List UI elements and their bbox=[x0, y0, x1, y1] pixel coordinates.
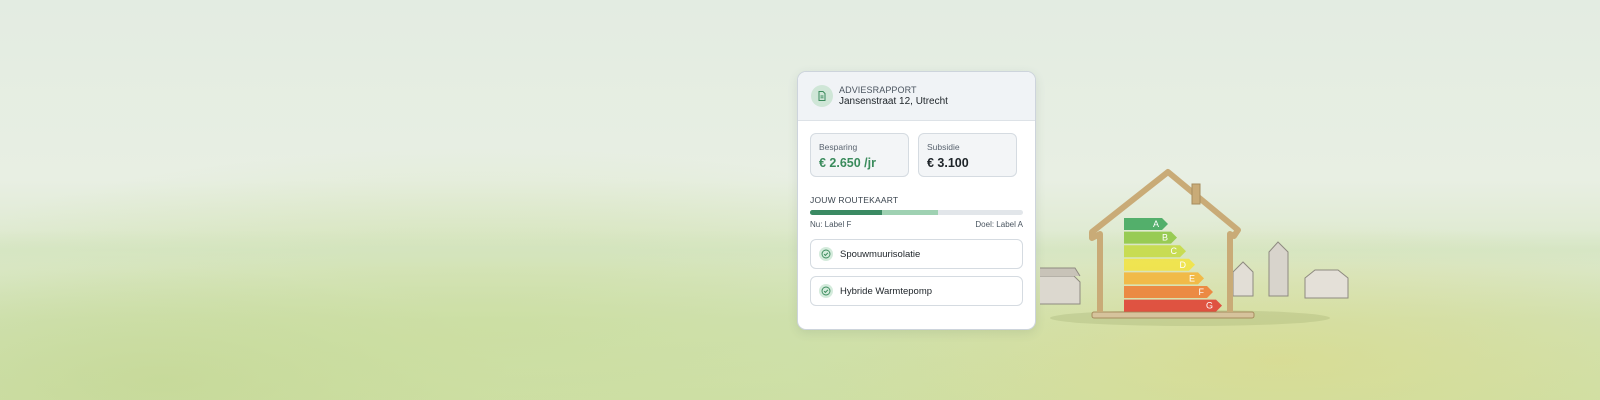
energy-bar-a bbox=[1124, 218, 1168, 230]
small-house-left-icon bbox=[1040, 267, 1081, 305]
measure-label: Hybride Warmtepomp bbox=[840, 285, 933, 297]
check-circle-icon bbox=[819, 247, 833, 261]
savings-stat: Besparing € 2.650 /jr bbox=[810, 133, 909, 177]
target-label: Doel: Label A bbox=[975, 220, 1023, 229]
stats-row: Besparing € 2.650 /jr Subsidie € 3.100 bbox=[798, 121, 1035, 177]
report-address: Jansenstraat 12, Utrecht bbox=[839, 96, 948, 107]
measure-label: Spouwmuurisolatie bbox=[840, 248, 921, 260]
energy-bar-b bbox=[1124, 231, 1177, 244]
energy-bar-letter-a: A bbox=[1153, 219, 1159, 229]
savings-value: € 2.650 /jr bbox=[819, 156, 876, 170]
advice-report-card: ADVIESRAPPORT Jansenstraat 12, Utrecht B… bbox=[797, 71, 1036, 330]
energy-bar-letter-f: F bbox=[1199, 287, 1205, 297]
savings-label: Besparing bbox=[819, 142, 858, 152]
current-label: Nu: Label F bbox=[810, 220, 852, 229]
report-header: ADVIESRAPPORT Jansenstraat 12, Utrecht bbox=[798, 72, 1035, 121]
roadmap-progress-done bbox=[810, 210, 883, 215]
roadmap-progress-bar bbox=[810, 210, 1023, 215]
energy-bar-letter-c: C bbox=[1171, 246, 1178, 256]
document-icon bbox=[811, 85, 833, 107]
energy-bar-letter-g: G bbox=[1206, 301, 1213, 311]
small-houses-right-icon bbox=[1232, 241, 1349, 299]
energy-bar-letter-b: B bbox=[1162, 233, 1168, 243]
subsidy-stat: Subsidie € 3.100 bbox=[918, 133, 1017, 177]
report-kicker: ADVIESRAPPORT bbox=[839, 85, 917, 95]
check-circle-icon bbox=[819, 284, 833, 298]
measure-item[interactable]: Hybride Warmtepomp bbox=[810, 276, 1023, 306]
energy-label-chart: ABCDEFG bbox=[1124, 218, 1222, 312]
energy-bar-letter-e: E bbox=[1189, 273, 1195, 283]
energy-label-house-illustration: ABCDEFG bbox=[1040, 169, 1349, 326]
subsidy-value: € 3.100 bbox=[927, 156, 969, 170]
roadmap-title: JOUW ROUTEKAART bbox=[810, 195, 899, 205]
subsidy-label: Subsidie bbox=[927, 142, 960, 152]
measure-item[interactable]: Spouwmuurisolatie bbox=[810, 239, 1023, 269]
energy-bar-letter-d: D bbox=[1180, 260, 1187, 270]
